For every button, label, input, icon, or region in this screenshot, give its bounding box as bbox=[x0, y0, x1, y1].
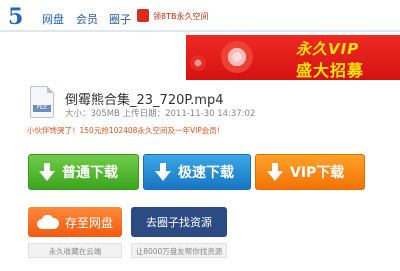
normal-download-button[interactable]: 普通下载 bbox=[28, 154, 139, 190]
find-in-circle-label: 去圈子找资源 bbox=[146, 216, 212, 229]
find-in-circle-caption: 让8000万盘友帮你找资源 bbox=[131, 243, 227, 258]
flower-decoration-small-icon bbox=[190, 55, 206, 71]
find-in-circle-button[interactable]: 去圈子找资源 bbox=[131, 207, 227, 237]
save-to-cloud-caption: 永久收藏在云端 bbox=[28, 243, 122, 258]
normal-download-label: 普通下载 bbox=[62, 165, 118, 181]
promo-link-text: 领8TB永久空间 bbox=[153, 12, 209, 21]
nav-item-cloud-drive[interactable]: 网盘 bbox=[42, 11, 64, 27]
fast-download-label: 极速下载 bbox=[178, 165, 234, 181]
fast-download-button[interactable]: 极速下载 bbox=[143, 154, 251, 190]
vip-promo-banner[interactable]: 永久VIP 盛大招募 bbox=[186, 35, 400, 80]
file-type-tag: FILE bbox=[33, 105, 51, 112]
nav-item-circle[interactable]: 圈子 bbox=[109, 11, 131, 27]
download-arrow-icon bbox=[155, 163, 171, 181]
site-logo[interactable]: 5 bbox=[8, 4, 23, 30]
vip-download-label: VIP下载 bbox=[290, 165, 345, 181]
save-to-cloud-button[interactable]: 存至网盘 bbox=[28, 207, 122, 237]
download-arrow-icon bbox=[39, 163, 55, 181]
gift-icon bbox=[137, 9, 149, 22]
nav-divider bbox=[0, 30, 400, 32]
banner-headline: 永久VIP bbox=[296, 40, 360, 58]
promo-tip[interactable]: 小伙伴馋哭了！150元抢102408永久空间及一年VIP会员！ bbox=[27, 125, 224, 136]
banner-subheadline: 盛大招募 bbox=[296, 61, 365, 80]
nav-item-membership[interactable]: 会员 bbox=[76, 11, 98, 27]
vip-download-button[interactable]: VIP下载 bbox=[255, 154, 365, 190]
file-meta: 大小：305MB 上传日期：2011-11-30 14:37:02 bbox=[65, 109, 256, 119]
save-to-cloud-label: 存至网盘 bbox=[65, 215, 114, 230]
video-file-icon: FILE bbox=[30, 86, 54, 118]
flower-decoration-icon bbox=[221, 41, 253, 73]
file-name: 倒霉熊合集_23_720P.mp4 bbox=[65, 93, 224, 108]
download-arrow-icon bbox=[267, 163, 283, 181]
cloud-icon bbox=[37, 215, 59, 229]
